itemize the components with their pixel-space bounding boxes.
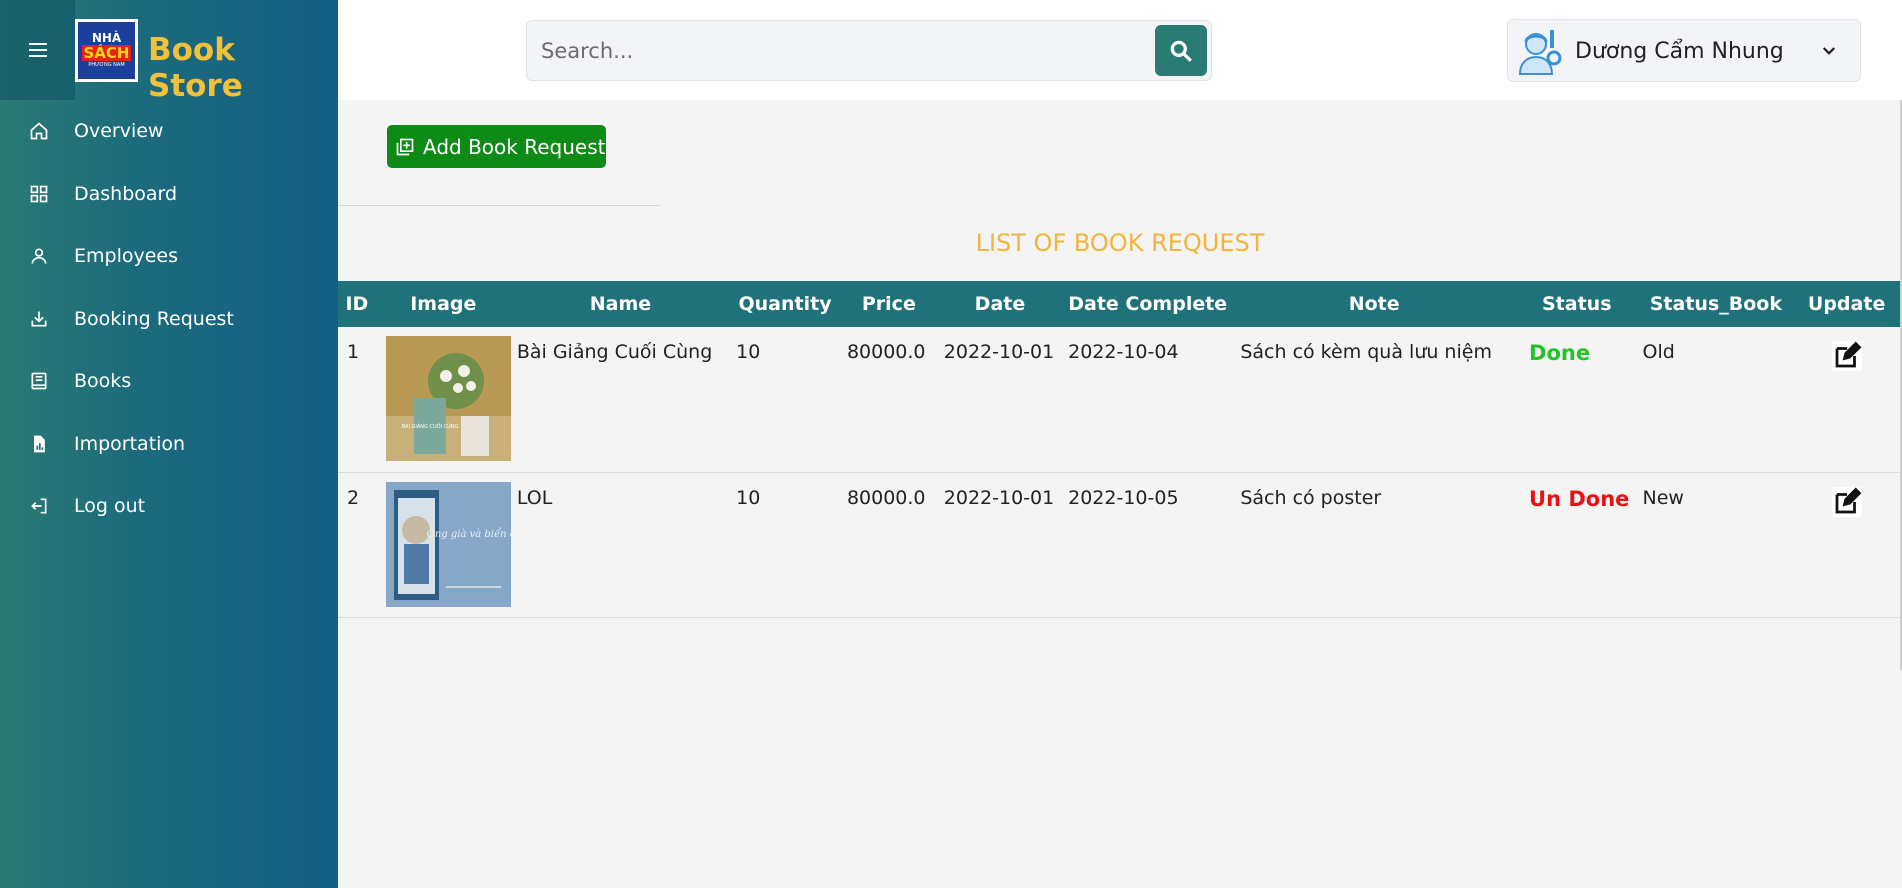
sidebar-item-label: Booking Request	[74, 307, 234, 330]
search-input[interactable]	[541, 31, 1121, 71]
file-chart-icon	[28, 433, 50, 455]
cell-image: BÀI GIẢNG CUỐI CÙNG	[376, 327, 511, 472]
column-header-date[interactable]: Date	[938, 281, 1062, 327]
cell-quantity: 10	[736, 341, 761, 363]
column-header-status-book[interactable]: Status_Book	[1639, 281, 1794, 327]
cell-image: Ông già và biển cả	[376, 472, 521, 617]
cell-id: 1	[347, 341, 360, 363]
edit-icon[interactable]	[1831, 341, 1862, 371]
column-header-price[interactable]: Price	[840, 281, 938, 327]
logo-line3: PHƯƠNG NAM	[88, 62, 125, 68]
chevron-down-icon[interactable]	[1820, 42, 1838, 60]
sidebar-item-label: Log out	[74, 495, 146, 518]
cell-name: LOL	[516, 486, 553, 509]
cell-date-complete: 2022-10-05	[1068, 486, 1179, 509]
cell-date: 2022-10-01	[943, 486, 1055, 509]
sidebar-item-books[interactable]: Books	[0, 350, 338, 413]
sidebar-item-label: Books	[74, 370, 132, 393]
cell-note: Sách có kèm quà lưu niệm	[1240, 341, 1492, 363]
book-cover-image: Ông già và biển cả	[385, 481, 521, 607]
store-logo: NHÀ SÁCH PHƯƠNG NAM	[75, 19, 138, 82]
add-book-request-button[interactable]: Add Book Request	[387, 125, 606, 168]
sidebar-item-label: Dashboard	[74, 182, 178, 205]
download-icon	[28, 308, 50, 330]
sidebar-item-label: Employees	[74, 245, 178, 268]
sidebar-item-importation[interactable]: Importation	[0, 413, 338, 476]
column-header-quantity[interactable]: Quantity	[730, 281, 840, 327]
cell-status-book: Old	[1642, 341, 1675, 363]
cover-title: BÀI GIẢNG CUỐI CÙNG	[401, 422, 458, 430]
status-badge: Done	[1529, 341, 1591, 365]
column-header-date-complete[interactable]: Date Complete	[1062, 281, 1233, 327]
cell-price: 80000.0	[846, 486, 926, 509]
sidebar-item-employees[interactable]: Employees	[0, 225, 338, 288]
add-book-request-label: Add Book Request	[423, 134, 606, 159]
sidebar-item-booking-request[interactable]: Booking Request	[0, 288, 338, 351]
home-icon	[28, 120, 50, 142]
book-request-table: ID Image Name Quantity Price Date Date C…	[338, 281, 1900, 618]
cell-status-book: New	[1642, 486, 1684, 509]
search-button[interactable]	[1155, 25, 1207, 76]
sidebar-item-logout[interactable]: Log out	[0, 475, 338, 538]
user-menu[interactable]: Dương Cẩm Nhung	[1507, 19, 1861, 82]
book-icon	[28, 370, 50, 392]
logo-line2: SÁCH	[81, 44, 132, 62]
user-icon	[28, 245, 50, 267]
table-header-row: ID Image Name Quantity Price Date Date C…	[338, 281, 1900, 327]
sidebar-nav: Overview Dashboard Employees Booking Req…	[0, 100, 338, 538]
column-header-id[interactable]: ID	[338, 281, 376, 327]
book-cover-image: BÀI GIẢNG CUỐI CÙNG	[385, 336, 511, 461]
cell-date-complete: 2022-10-04	[1068, 341, 1179, 363]
brand-title: Book Store	[148, 32, 243, 104]
divider	[338, 205, 660, 206]
cell-id: 2	[347, 486, 360, 509]
cell-date: 2022-10-01	[943, 341, 1055, 363]
avatar	[1518, 30, 1562, 75]
cell-price: 80000.0	[846, 341, 926, 363]
grid-icon	[28, 183, 50, 205]
sidebar-item-dashboard[interactable]: Dashboard	[0, 163, 338, 226]
page-title: LIST OF BOOK REQUEST	[975, 229, 1265, 257]
edit-icon[interactable]	[1831, 486, 1862, 517]
cover-title: Ông già và biển cả	[426, 528, 510, 540]
status-badge: Un Done	[1529, 486, 1630, 511]
sidebar: NHÀ SÁCH PHƯƠNG NAM Book Store Overview …	[0, 0, 338, 888]
sidebar-item-overview[interactable]: Overview	[0, 100, 338, 163]
top-header: Dương Cẩm Nhung	[338, 0, 1902, 100]
search-box	[526, 20, 1212, 81]
column-header-update[interactable]: Update	[1793, 281, 1900, 327]
cell-quantity: 10	[736, 486, 761, 509]
cell-name: Bài Giảng Cuối Cùng	[516, 341, 713, 363]
user-name: Dương Cẩm Nhung	[1575, 39, 1784, 64]
add-library-icon	[396, 138, 414, 155]
hamburger-menu-icon[interactable]	[0, 0, 75, 100]
sidebar-item-label: Overview	[74, 120, 164, 143]
table-row: 2 Ông già và biển cả LOL 10 80000.0 2022…	[338, 472, 1900, 617]
table-row: 1 BÀI GIẢNG CUỐI CÙNG Bài Giảng Cuối Cùn…	[338, 327, 1900, 472]
cell-note: Sách có poster	[1240, 486, 1382, 509]
column-header-image[interactable]: Image	[376, 281, 511, 327]
column-header-name[interactable]: Name	[511, 281, 730, 327]
logout-icon	[28, 495, 50, 517]
column-header-status[interactable]: Status	[1515, 281, 1638, 327]
sidebar-item-label: Importation	[74, 432, 186, 455]
column-header-note[interactable]: Note	[1233, 281, 1515, 327]
search-icon	[1170, 40, 1192, 62]
